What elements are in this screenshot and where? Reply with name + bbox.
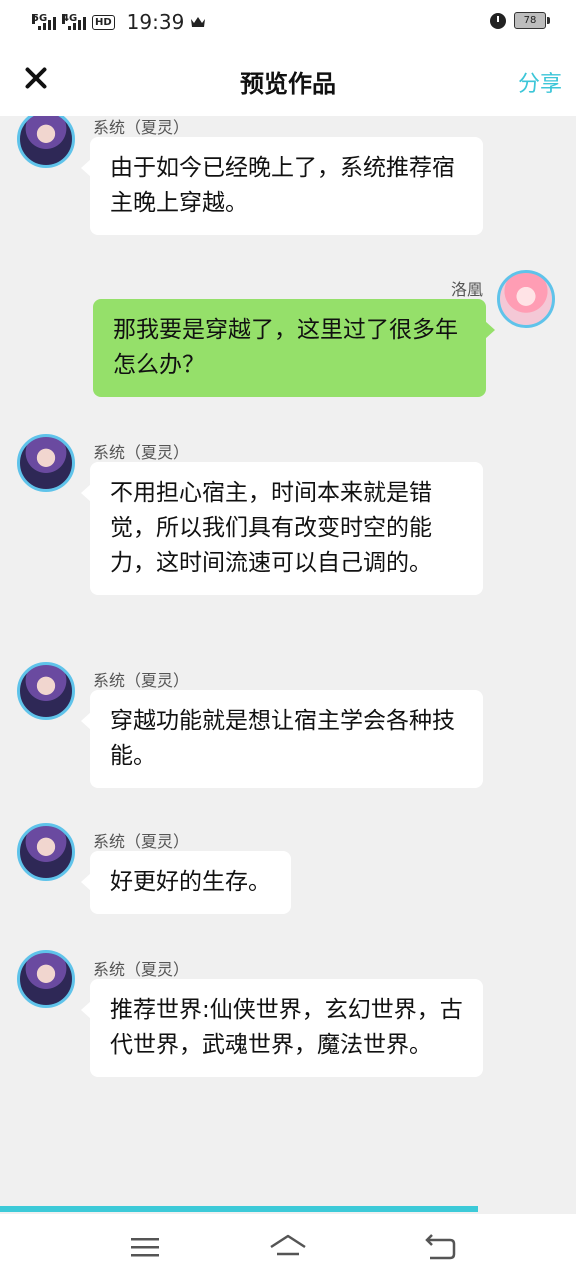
chat-list[interactable]: 系统（夏灵） 由于如今已经晚上了，系统推荐宿主晚上穿越。 洛凰 那我要是穿越了，…: [0, 116, 576, 1206]
page-title: 预览作品: [240, 70, 336, 98]
status-time: 19:39: [126, 10, 185, 34]
signal-4g-icon: 4G: [62, 14, 86, 30]
home-icon[interactable]: [268, 1230, 308, 1264]
sender-name: 系统（夏灵）: [93, 960, 190, 979]
system-avatar[interactable]: [17, 662, 75, 720]
back-icon[interactable]: [420, 1230, 460, 1264]
sender-name: 系统（夏灵）: [93, 118, 190, 137]
chat-bubble[interactable]: 由于如今已经晚上了，系统推荐宿主晚上穿越。: [81, 137, 483, 235]
chat-bubble[interactable]: 不用担心宿主，时间本来就是错觉，所以我们具有改变时空的能力，这时间流速可以自己调…: [81, 462, 483, 595]
battery-level: 78: [523, 15, 537, 26]
chat-bubble[interactable]: 推荐世界:仙侠世界，玄幻世界，古代世界，武魂世界，魔法世界。: [81, 979, 483, 1077]
chat-bubble-user[interactable]: 那我要是穿越了，这里过了很多年怎么办？: [93, 299, 495, 397]
share-button[interactable]: 分享: [518, 66, 562, 98]
system-avatar[interactable]: [17, 434, 75, 492]
chat-bubble[interactable]: 穿越功能就是想让宿主学会各种技能。: [81, 690, 483, 788]
crown-icon: [191, 17, 206, 27]
reading-progress-fill: [0, 1206, 479, 1212]
sender-name: 系统（夏灵）: [93, 671, 190, 690]
alarm-icon: [490, 12, 506, 29]
battery-icon: 78: [514, 12, 550, 29]
system-nav-bar: [0, 1214, 576, 1280]
status-bar: 5G 4G HD 19:39 78: [0, 0, 576, 44]
user-avatar[interactable]: [497, 270, 555, 328]
sender-name: 洛凰: [450, 280, 483, 299]
reading-progress-bar: [0, 1206, 576, 1214]
signal-5g-icon: 5G: [32, 14, 56, 30]
sender-name: 系统（夏灵）: [93, 832, 190, 851]
system-avatar[interactable]: [17, 950, 75, 1008]
menu-icon[interactable]: [125, 1230, 165, 1264]
sender-name: 系统（夏灵）: [93, 443, 190, 462]
hd-voice-icon: HD: [92, 14, 115, 30]
chat-bubble[interactable]: 好更好的生存。: [81, 851, 291, 914]
system-avatar[interactable]: [17, 823, 75, 881]
app-header: 预览作品 分享: [0, 44, 576, 116]
system-avatar[interactable]: [17, 116, 75, 168]
